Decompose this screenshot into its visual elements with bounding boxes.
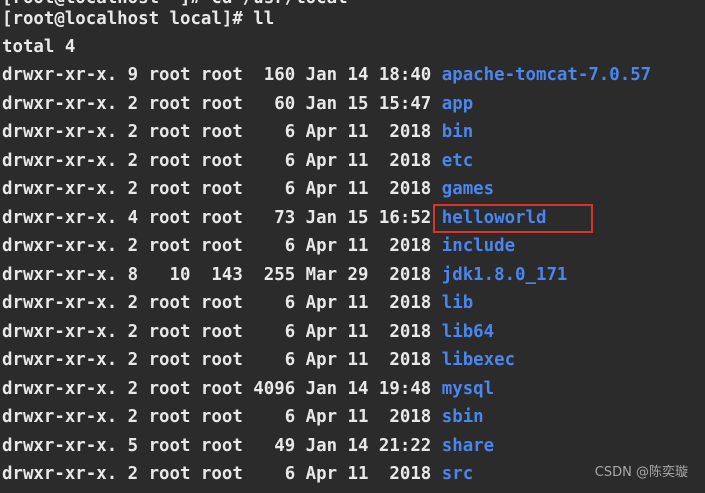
directory-name: apache-tomcat-7.0.57 (441, 65, 652, 85)
directory-name: sbin (441, 407, 484, 427)
list-item: drwxr-xr-x. 8 10 143 255 Mar 29 2018 jdk… (2, 261, 567, 289)
terminal-window[interactable]: [root@localhost ~]# cd /usr/local [root@… (0, 0, 705, 493)
directory-name: app (441, 94, 474, 114)
highlight-annotation-box (433, 204, 593, 233)
directory-name: mysql (441, 379, 495, 399)
entry-meta: drwxr-xr-x. 2 root root 6 Apr 11 2018 (2, 179, 442, 199)
directory-name: libexec (441, 350, 516, 370)
list-item: drwxr-xr-x. 9 root root 160 Jan 14 18:40… (2, 61, 651, 89)
directory-name: include (441, 236, 516, 256)
entry-meta: drwxr-xr-x. 2 root root 6 Apr 11 2018 (2, 350, 442, 370)
directory-name: share (441, 436, 495, 456)
entry-meta: drwxr-xr-x. 9 root root 160 Jan 14 18:40 (2, 65, 442, 85)
entry-meta: drwxr-xr-x. 4 root root 73 Jan 15 16:52 (2, 208, 442, 228)
entry-meta: drwxr-xr-x. 2 root root 6 Apr 11 2018 (2, 464, 442, 484)
directory-name: etc (441, 151, 474, 171)
list-item: drwxr-xr-x. 5 root root 49 Jan 14 21:22 … (2, 432, 494, 460)
directory-name: games (441, 179, 495, 199)
list-item: drwxr-xr-x. 2 root root 6 Apr 11 2018 li… (2, 318, 494, 346)
directory-name: lib (441, 293, 474, 313)
entry-meta: drwxr-xr-x. 2 root root 6 Apr 11 2018 (2, 293, 442, 313)
entry-meta: drwxr-xr-x. 2 root root 60 Jan 15 15:47 (2, 94, 442, 114)
entry-meta: drwxr-xr-x. 2 root root 6 Apr 11 2018 (2, 407, 442, 427)
directory-name: jdk1.8.0_171 (441, 265, 568, 285)
command-prompt-line: [root@localhost local]# ll (2, 9, 275, 29)
list-item: drwxr-xr-x. 2 root root 6 Apr 11 2018 sb… (2, 403, 484, 431)
directory-name: lib64 (441, 322, 495, 342)
csdn-watermark: CSDN @陈奕璇 (594, 465, 688, 480)
total-line: total 4 (2, 37, 76, 57)
directory-name: src (441, 464, 474, 484)
list-item: drwxr-xr-x. 2 root root 6 Apr 11 2018 ga… (2, 175, 494, 203)
entry-meta: drwxr-xr-x. 2 root root 6 Apr 11 2018 (2, 151, 442, 171)
list-item: drwxr-xr-x. 2 root root 6 Apr 11 2018 li… (2, 346, 515, 374)
list-item: drwxr-xr-x. 2 root root 6 Apr 11 2018 bi… (2, 118, 473, 146)
list-item: drwxr-xr-x. 2 root root 4096 Jan 14 19:4… (2, 375, 494, 403)
entry-meta: drwxr-xr-x. 8 10 143 255 Mar 29 2018 (2, 265, 442, 285)
list-item: drwxr-xr-x. 2 root root 6 Apr 11 2018 li… (2, 289, 473, 317)
list-item: drwxr-xr-x. 2 root root 6 Apr 11 2018 in… (2, 232, 515, 260)
list-item: drwxr-xr-x. 2 root root 60 Jan 15 15:47 … (2, 90, 473, 118)
list-item: drwxr-xr-x. 2 root root 6 Apr 11 2018 sr… (2, 460, 473, 488)
directory-name: bin (441, 122, 474, 142)
entry-meta: drwxr-xr-x. 2 root root 6 Apr 11 2018 (2, 322, 442, 342)
entry-meta: drwxr-xr-x. 2 root root 6 Apr 11 2018 (2, 236, 442, 256)
entry-meta: drwxr-xr-x. 2 root root 4096 Jan 14 19:4… (2, 379, 442, 399)
entry-meta: drwxr-xr-x. 5 root root 49 Jan 14 21:22 (2, 436, 442, 456)
entry-meta: drwxr-xr-x. 2 root root 6 Apr 11 2018 (2, 122, 442, 142)
list-item: drwxr-xr-x. 2 root root 6 Apr 11 2018 et… (2, 147, 473, 175)
